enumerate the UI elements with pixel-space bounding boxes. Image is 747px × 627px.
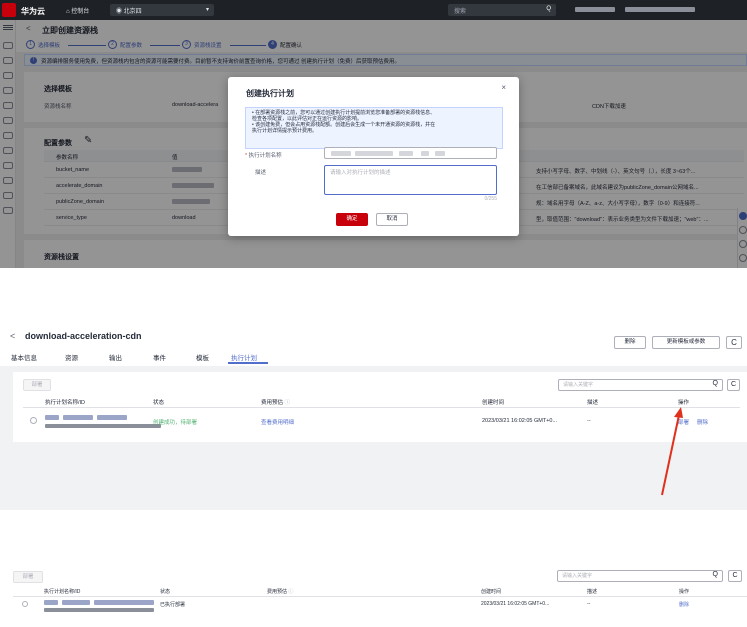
column-header: 操作 bbox=[679, 589, 690, 595]
location-icon: ◉ bbox=[116, 9, 124, 15]
blurred-user-info bbox=[625, 7, 695, 12]
refresh-icon[interactable]: C bbox=[727, 379, 740, 391]
row-radio[interactable] bbox=[22, 601, 28, 607]
column-header: 描述 bbox=[587, 400, 599, 406]
blurred-plan-name bbox=[94, 600, 154, 605]
blurred-input-value bbox=[435, 151, 445, 156]
blurred-input-value bbox=[355, 151, 393, 156]
column-header: 创建时间 bbox=[481, 589, 502, 595]
column-header: 操作 bbox=[678, 400, 690, 406]
region-selector[interactable]: ◉ 北京四 ▾ bbox=[110, 4, 214, 16]
stack-title: download-acceleration-cdn bbox=[25, 331, 142, 341]
tab-execution-plans[interactable]: 执行计划 bbox=[231, 352, 257, 362]
tab-basic-info[interactable]: 基本信息 bbox=[11, 352, 37, 362]
search-input[interactable]: 请输入关键字 Q bbox=[558, 379, 723, 391]
search-icon: Q bbox=[546, 6, 551, 12]
column-header: 费用预估 ⓘ bbox=[267, 589, 294, 595]
update-template-button[interactable]: 更新模板或参数 bbox=[652, 336, 720, 349]
view-cost-link[interactable]: 查看费用明细 bbox=[261, 418, 294, 426]
stack-detail-screen: < download-acceleration-cdn 删除 更新模板或参数 C… bbox=[0, 322, 747, 510]
create-execution-plan-dialog: 创建执行计划 × • 在部署资源栈之前，您可以通过创建执行计划提前浏览您准备部署… bbox=[228, 77, 519, 236]
help-circle-icon: ⓘ bbox=[288, 589, 294, 595]
column-header: 状态 bbox=[153, 400, 165, 406]
blurred-input-value bbox=[331, 151, 351, 156]
delete-stack-button[interactable]: 删除 bbox=[614, 336, 646, 349]
deploy-button[interactable]: 部署 bbox=[13, 571, 43, 583]
divider bbox=[13, 596, 747, 597]
plan-name-input[interactable] bbox=[324, 147, 497, 159]
brand-name[interactable]: 华为云 bbox=[21, 6, 45, 17]
plan-name-label: * 执行计划名称 bbox=[245, 153, 282, 159]
description-label: 描述 bbox=[255, 170, 267, 176]
column-header: 执行计划名称/ID bbox=[44, 589, 81, 595]
blurred-input-value bbox=[421, 151, 429, 156]
description-textarea[interactable]: 请输入对执行计划的描述 bbox=[324, 165, 497, 195]
column-header: 创建时间 bbox=[482, 400, 505, 406]
row-radio[interactable] bbox=[30, 417, 37, 424]
description-value: -- bbox=[587, 418, 591, 424]
status-text: 创建成功，待部署 bbox=[153, 420, 198, 426]
column-header: 描述 bbox=[587, 589, 598, 595]
close-icon[interactable]: × bbox=[501, 83, 506, 92]
refresh-icon[interactable]: C bbox=[726, 336, 742, 349]
delete-link[interactable]: 删除 bbox=[679, 601, 689, 608]
execution-plan-list-after-deploy: 部署 请输入关键字 Q C 执行计划名称/ID 状态 费用预估 ⓘ 创建时间 描述… bbox=[0, 560, 747, 627]
column-header: 执行计划名称/ID bbox=[45, 400, 86, 406]
status-text: 已执行部署 bbox=[160, 602, 186, 608]
active-tab-indicator bbox=[228, 362, 268, 364]
top-navigation-bar: 华为云 ⌂ 控制台 ◉ 北京四 ▾ 搜索 Q bbox=[0, 0, 747, 20]
tab-outputs[interactable]: 输出 bbox=[109, 352, 122, 362]
blurred-plan-id bbox=[45, 424, 161, 428]
tab-events[interactable]: 事件 bbox=[153, 352, 166, 362]
blurred-plan-name bbox=[45, 415, 59, 420]
back-button[interactable]: < bbox=[10, 331, 15, 341]
chevron-down-icon: ▾ bbox=[205, 7, 209, 13]
search-icon: Q bbox=[712, 571, 718, 578]
confirm-button[interactable]: 确定 bbox=[336, 213, 368, 226]
create-stack-screen: 华为云 ⌂ 控制台 ◉ 北京四 ▾ 搜索 Q < 立即创建资源栈 1 选择模板 2 配置… bbox=[0, 0, 747, 268]
console-link[interactable]: ⌂ 控制台 bbox=[66, 6, 89, 15]
created-time: 2023/03/21 16:02:05 GMT+0... bbox=[481, 601, 550, 607]
blurred-plan-name bbox=[63, 415, 93, 420]
dialog-title: 创建执行计划 bbox=[246, 89, 294, 98]
char-counter: 0/255 bbox=[484, 196, 497, 202]
created-time: 2023/03/21 16:02:05 GMT+0... bbox=[482, 418, 558, 424]
blurred-plan-name bbox=[62, 600, 90, 605]
blurred-plan-name bbox=[44, 600, 58, 605]
execution-plan-list: 部署 请输入关键字 Q C 执行计划名称/ID 状态 费用预估 ⓘ 创建时间 描述… bbox=[13, 372, 747, 442]
huawei-cloud-logo[interactable] bbox=[2, 3, 16, 17]
global-search-input[interactable]: 搜索 Q bbox=[448, 4, 556, 16]
cancel-button[interactable]: 取消 bbox=[376, 213, 408, 226]
column-header: 费用预估 ⓘ bbox=[261, 400, 291, 406]
search-icon: Q bbox=[712, 380, 718, 387]
column-header: 状态 bbox=[160, 589, 171, 595]
dialog-info-box: • 在部署资源栈之前，您可以通过创建执行计划提前浏览您准备部署的资源栈信息、 检… bbox=[245, 107, 503, 149]
blurred-nav-items bbox=[575, 7, 615, 12]
tab-template[interactable]: 模板 bbox=[196, 352, 209, 362]
blurred-plan-id bbox=[44, 608, 154, 612]
annotation-arrow bbox=[661, 407, 683, 496]
blurred-plan-name bbox=[97, 415, 127, 420]
delete-link[interactable]: 删除 bbox=[697, 418, 708, 426]
help-circle-icon: ⓘ bbox=[284, 400, 291, 406]
description-value: -- bbox=[587, 601, 591, 607]
refresh-icon[interactable]: C bbox=[728, 570, 742, 582]
deploy-button[interactable]: 部署 bbox=[23, 379, 51, 391]
tab-resources[interactable]: 资源 bbox=[65, 352, 78, 362]
search-input[interactable]: 请输入关键字 Q bbox=[557, 570, 723, 582]
blurred-input-value bbox=[399, 151, 413, 156]
divider bbox=[23, 407, 740, 408]
